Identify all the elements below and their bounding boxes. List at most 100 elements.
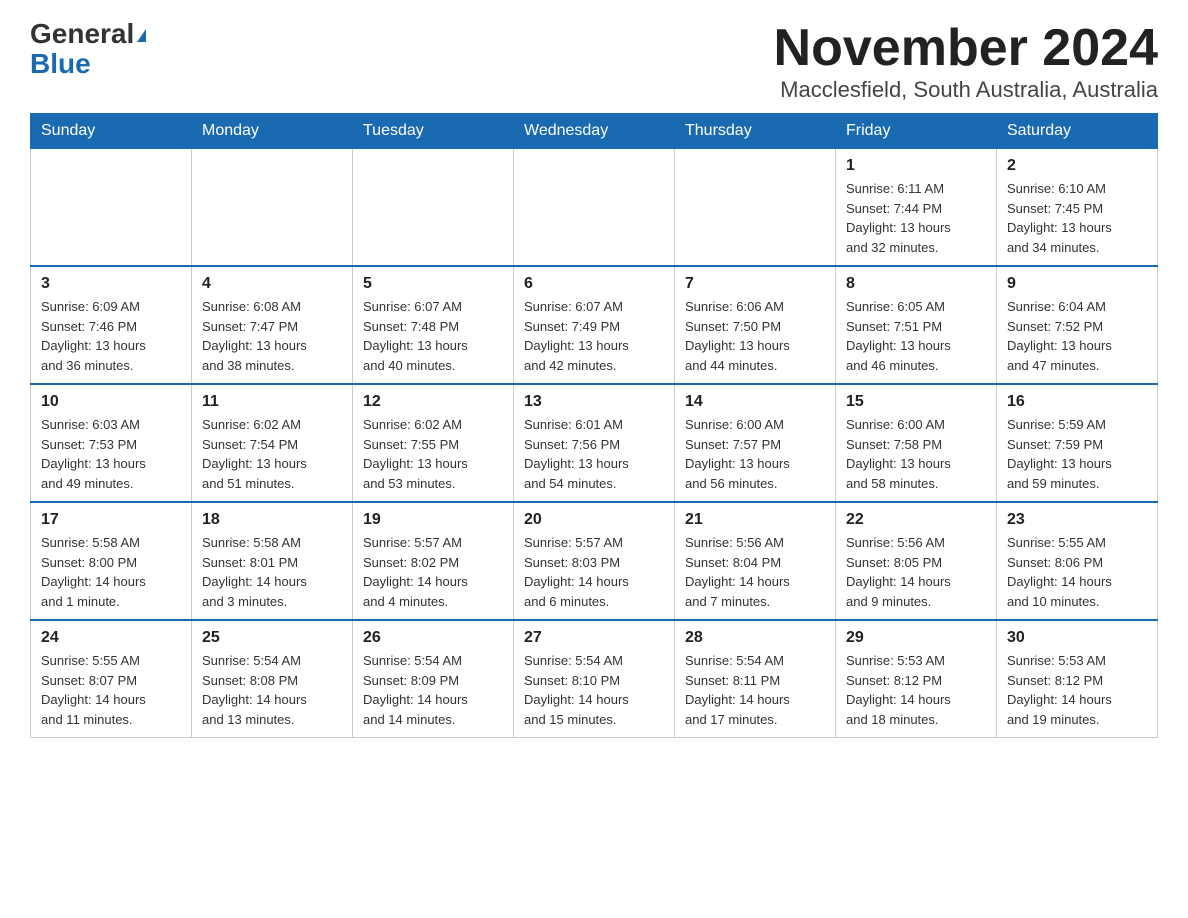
calendar-cell: 16 Sunrise: 5:59 AM Sunset: 7:59 PM Dayli… (997, 384, 1158, 502)
day-number: 20 (524, 511, 664, 529)
calendar-cell: 17 Sunrise: 5:58 AM Sunset: 8:00 PM Dayli… (31, 502, 192, 620)
day-number: 1 (846, 157, 986, 175)
day-info: Sunrise: 5:54 AM Sunset: 8:11 PM Dayligh… (685, 651, 825, 729)
day-info: Sunrise: 5:58 AM Sunset: 8:01 PM Dayligh… (202, 533, 342, 611)
day-number: 23 (1007, 511, 1147, 529)
location-subtitle: Macclesfield, South Australia, Australia (774, 77, 1158, 103)
calendar-cell: 26 Sunrise: 5:54 AM Sunset: 8:09 PM Dayli… (353, 620, 514, 738)
day-number: 16 (1007, 393, 1147, 411)
day-number: 4 (202, 275, 342, 293)
day-info: Sunrise: 5:54 AM Sunset: 8:09 PM Dayligh… (363, 651, 503, 729)
calendar-cell (514, 149, 675, 267)
calendar-cell: 28 Sunrise: 5:54 AM Sunset: 8:11 PM Dayli… (675, 620, 836, 738)
day-info: Sunrise: 6:00 AM Sunset: 7:57 PM Dayligh… (685, 415, 825, 493)
calendar-week-row: 1 Sunrise: 6:11 AM Sunset: 7:44 PM Daylig… (31, 149, 1158, 267)
day-info: Sunrise: 5:55 AM Sunset: 8:06 PM Dayligh… (1007, 533, 1147, 611)
day-info: Sunrise: 6:08 AM Sunset: 7:47 PM Dayligh… (202, 297, 342, 375)
day-info: Sunrise: 6:02 AM Sunset: 7:54 PM Dayligh… (202, 415, 342, 493)
day-info: Sunrise: 5:58 AM Sunset: 8:00 PM Dayligh… (41, 533, 181, 611)
day-info: Sunrise: 5:54 AM Sunset: 8:08 PM Dayligh… (202, 651, 342, 729)
day-info: Sunrise: 6:01 AM Sunset: 7:56 PM Dayligh… (524, 415, 664, 493)
weekday-header-friday: Friday (836, 114, 997, 149)
day-info: Sunrise: 6:06 AM Sunset: 7:50 PM Dayligh… (685, 297, 825, 375)
day-info: Sunrise: 6:07 AM Sunset: 7:48 PM Dayligh… (363, 297, 503, 375)
weekday-header-sunday: Sunday (31, 114, 192, 149)
day-number: 3 (41, 275, 181, 293)
calendar-cell: 11 Sunrise: 6:02 AM Sunset: 7:54 PM Dayli… (192, 384, 353, 502)
calendar-cell (192, 149, 353, 267)
calendar-week-row: 24 Sunrise: 5:55 AM Sunset: 8:07 PM Dayli… (31, 620, 1158, 738)
day-number: 17 (41, 511, 181, 529)
day-number: 14 (685, 393, 825, 411)
logo-blue-text: Blue (30, 48, 91, 79)
logo: General Blue (30, 20, 146, 80)
calendar-cell: 29 Sunrise: 5:53 AM Sunset: 8:12 PM Dayli… (836, 620, 997, 738)
calendar-cell: 30 Sunrise: 5:53 AM Sunset: 8:12 PM Dayli… (997, 620, 1158, 738)
day-info: Sunrise: 5:56 AM Sunset: 8:04 PM Dayligh… (685, 533, 825, 611)
day-number: 26 (363, 629, 503, 647)
day-info: Sunrise: 5:53 AM Sunset: 8:12 PM Dayligh… (846, 651, 986, 729)
day-number: 25 (202, 629, 342, 647)
day-number: 29 (846, 629, 986, 647)
calendar-cell: 1 Sunrise: 6:11 AM Sunset: 7:44 PM Daylig… (836, 149, 997, 267)
weekday-header-wednesday: Wednesday (514, 114, 675, 149)
calendar-cell (353, 149, 514, 267)
calendar-table: SundayMondayTuesdayWednesdayThursdayFrid… (30, 113, 1158, 738)
day-info: Sunrise: 6:05 AM Sunset: 7:51 PM Dayligh… (846, 297, 986, 375)
day-info: Sunrise: 6:10 AM Sunset: 7:45 PM Dayligh… (1007, 179, 1147, 257)
day-number: 12 (363, 393, 503, 411)
day-info: Sunrise: 6:03 AM Sunset: 7:53 PM Dayligh… (41, 415, 181, 493)
calendar-week-row: 3 Sunrise: 6:09 AM Sunset: 7:46 PM Daylig… (31, 266, 1158, 384)
day-number: 6 (524, 275, 664, 293)
day-info: Sunrise: 6:09 AM Sunset: 7:46 PM Dayligh… (41, 297, 181, 375)
day-info: Sunrise: 5:57 AM Sunset: 8:03 PM Dayligh… (524, 533, 664, 611)
logo-bottom-line: Blue (30, 48, 91, 80)
calendar-cell: 22 Sunrise: 5:56 AM Sunset: 8:05 PM Dayli… (836, 502, 997, 620)
logo-top-line: General (30, 20, 146, 48)
calendar-cell: 3 Sunrise: 6:09 AM Sunset: 7:46 PM Daylig… (31, 266, 192, 384)
calendar-cell: 24 Sunrise: 5:55 AM Sunset: 8:07 PM Dayli… (31, 620, 192, 738)
day-info: Sunrise: 5:57 AM Sunset: 8:02 PM Dayligh… (363, 533, 503, 611)
day-number: 15 (846, 393, 986, 411)
day-number: 30 (1007, 629, 1147, 647)
calendar-week-row: 17 Sunrise: 5:58 AM Sunset: 8:00 PM Dayli… (31, 502, 1158, 620)
weekday-header-thursday: Thursday (675, 114, 836, 149)
calendar-cell: 7Sunrise: 6:06 AM Sunset: 7:50 PM Daylig… (675, 266, 836, 384)
calendar-cell: 21 Sunrise: 5:56 AM Sunset: 8:04 PM Dayli… (675, 502, 836, 620)
day-number: 9 (1007, 275, 1147, 293)
day-info: Sunrise: 6:00 AM Sunset: 7:58 PM Dayligh… (846, 415, 986, 493)
calendar-cell: 10Sunrise: 6:03 AM Sunset: 7:53 PM Dayli… (31, 384, 192, 502)
calendar-cell: 9Sunrise: 6:04 AM Sunset: 7:52 PM Daylig… (997, 266, 1158, 384)
day-info: Sunrise: 6:02 AM Sunset: 7:55 PM Dayligh… (363, 415, 503, 493)
day-number: 2 (1007, 157, 1147, 175)
day-number: 18 (202, 511, 342, 529)
calendar-cell: 12 Sunrise: 6:02 AM Sunset: 7:55 PM Dayli… (353, 384, 514, 502)
day-number: 11 (202, 393, 342, 411)
day-number: 28 (685, 629, 825, 647)
calendar-cell: 14 Sunrise: 6:00 AM Sunset: 7:57 PM Dayli… (675, 384, 836, 502)
calendar-cell: 19Sunrise: 5:57 AM Sunset: 8:02 PM Dayli… (353, 502, 514, 620)
day-info: Sunrise: 5:53 AM Sunset: 8:12 PM Dayligh… (1007, 651, 1147, 729)
calendar-cell (675, 149, 836, 267)
day-number: 27 (524, 629, 664, 647)
title-area: November 2024 Macclesfield, South Austra… (774, 20, 1158, 103)
day-number: 22 (846, 511, 986, 529)
weekday-header-tuesday: Tuesday (353, 114, 514, 149)
month-title: November 2024 (774, 20, 1158, 77)
day-info: Sunrise: 5:55 AM Sunset: 8:07 PM Dayligh… (41, 651, 181, 729)
weekday-header-monday: Monday (192, 114, 353, 149)
day-number: 21 (685, 511, 825, 529)
calendar-cell: 8Sunrise: 6:05 AM Sunset: 7:51 PM Daylig… (836, 266, 997, 384)
calendar-cell: 13Sunrise: 6:01 AM Sunset: 7:56 PM Dayli… (514, 384, 675, 502)
calendar-cell: 5 Sunrise: 6:07 AM Sunset: 7:48 PM Daylig… (353, 266, 514, 384)
page-header: General Blue November 2024 Macclesfield,… (30, 20, 1158, 103)
day-info: Sunrise: 6:11 AM Sunset: 7:44 PM Dayligh… (846, 179, 986, 257)
day-info: Sunrise: 5:56 AM Sunset: 8:05 PM Dayligh… (846, 533, 986, 611)
day-info: Sunrise: 6:07 AM Sunset: 7:49 PM Dayligh… (524, 297, 664, 375)
calendar-cell: 4 Sunrise: 6:08 AM Sunset: 7:47 PM Daylig… (192, 266, 353, 384)
calendar-cell: 18 Sunrise: 5:58 AM Sunset: 8:01 PM Dayli… (192, 502, 353, 620)
day-info: Sunrise: 5:54 AM Sunset: 8:10 PM Dayligh… (524, 651, 664, 729)
day-number: 5 (363, 275, 503, 293)
day-info: Sunrise: 5:59 AM Sunset: 7:59 PM Dayligh… (1007, 415, 1147, 493)
day-number: 24 (41, 629, 181, 647)
